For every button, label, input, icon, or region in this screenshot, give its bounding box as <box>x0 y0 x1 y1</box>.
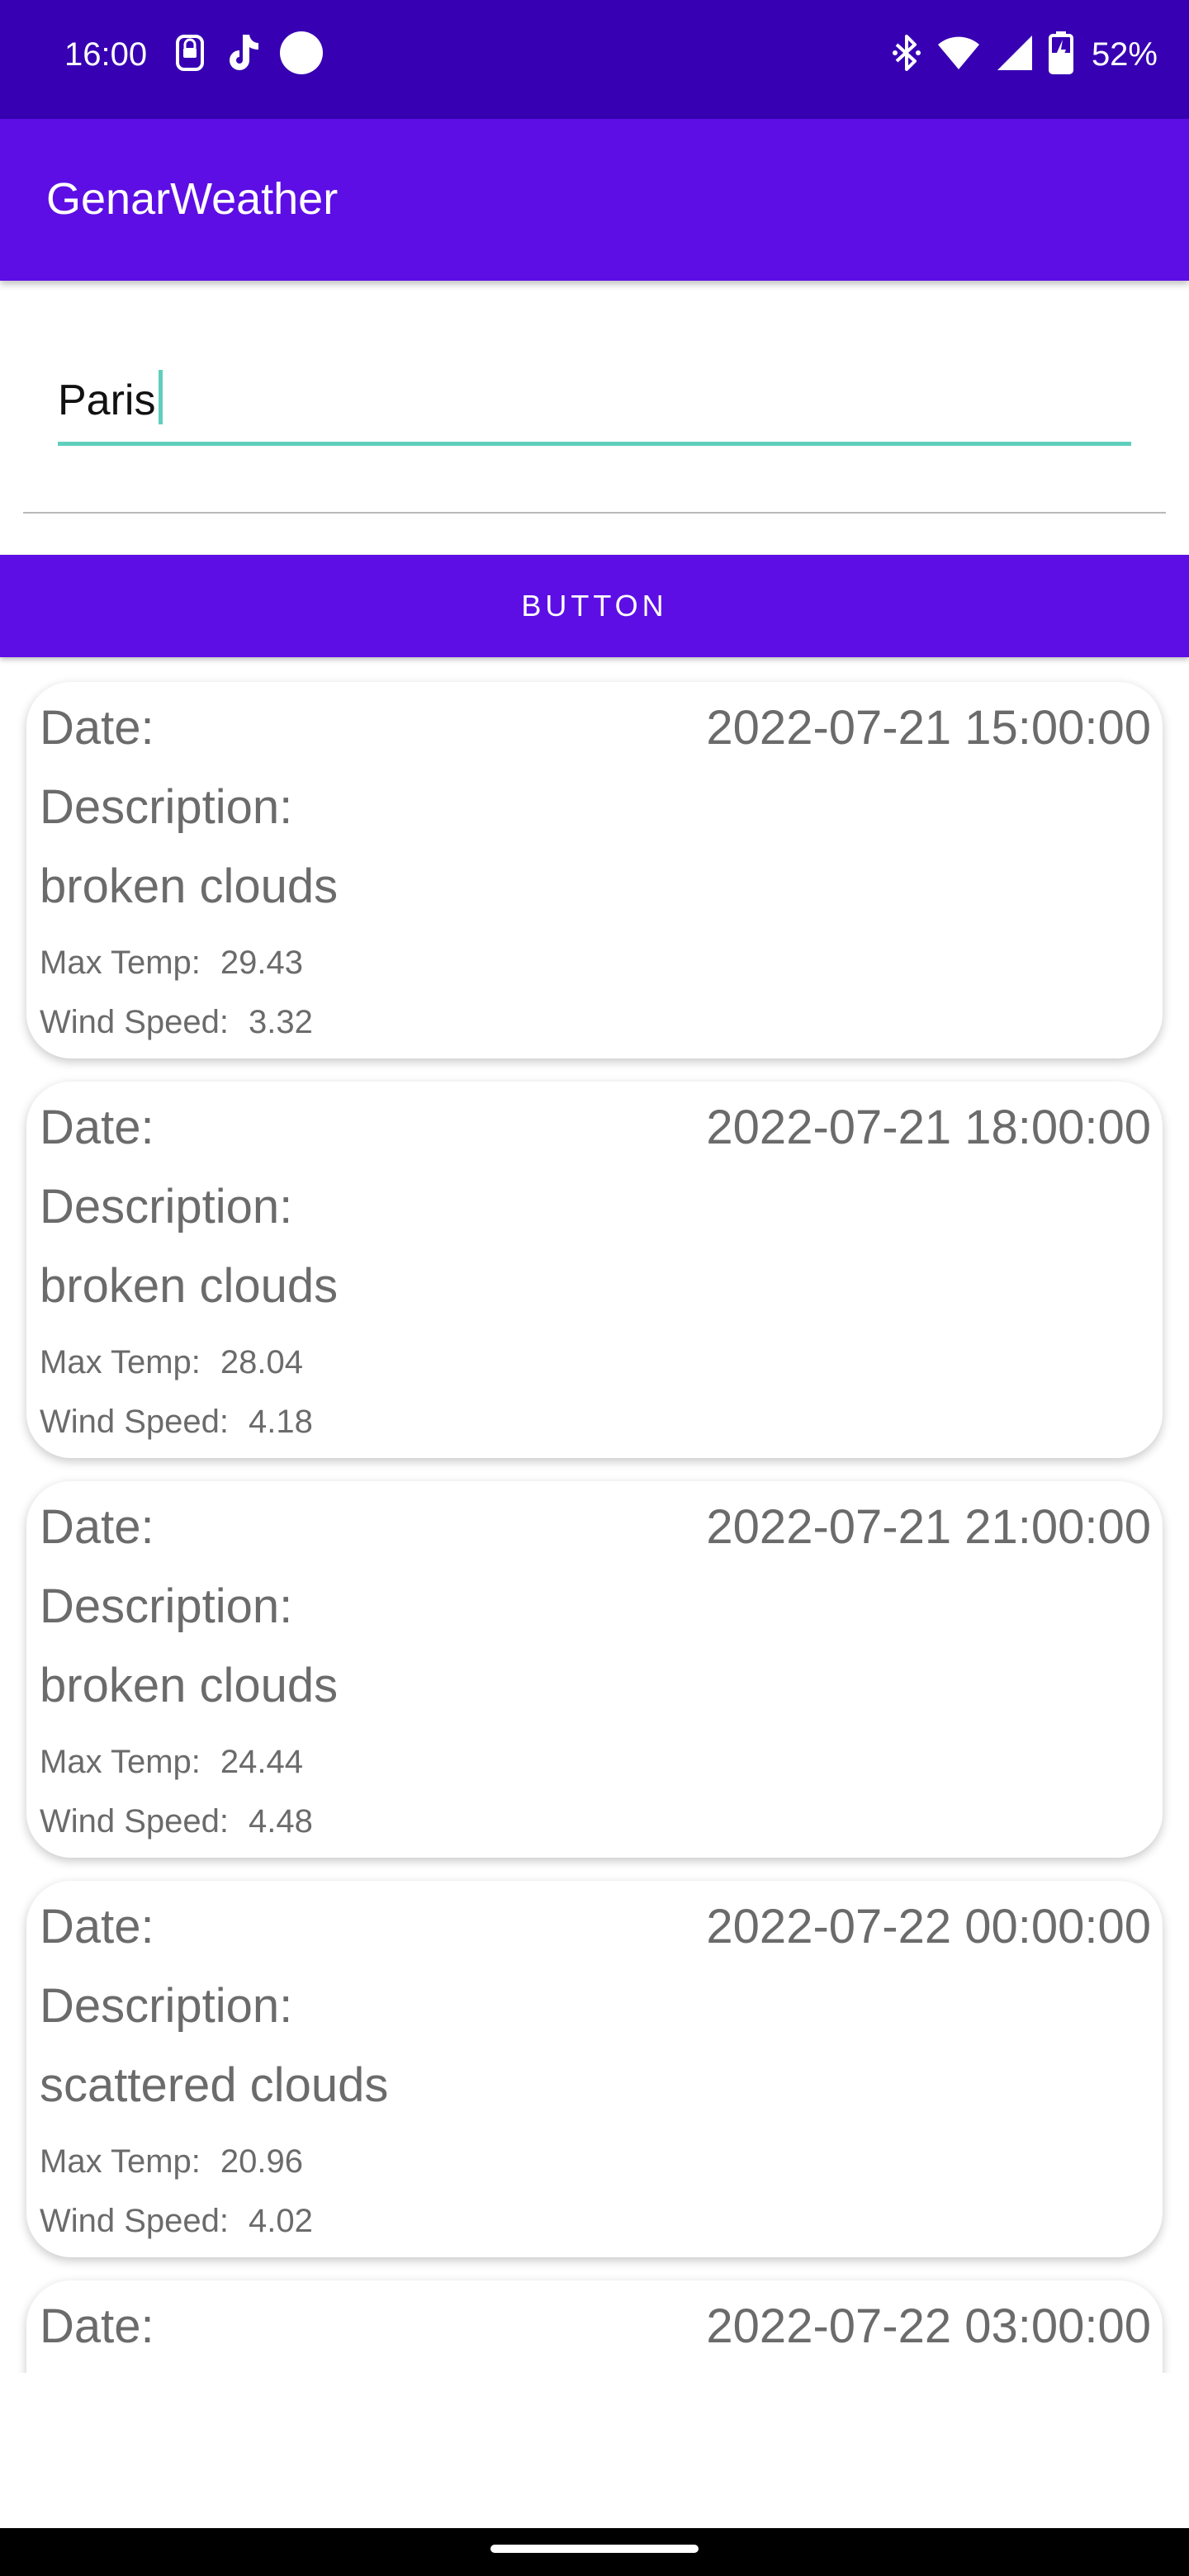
date-label: Date: <box>40 1500 154 1554</box>
app-bar: GenarWeather <box>0 119 1189 281</box>
wind-speed-value: 4.18 <box>249 1404 313 1440</box>
notification-lock-icon <box>173 33 206 77</box>
max-temp-row: Max Temp: 20.96 <box>40 2143 303 2181</box>
date-value: 2022-07-21 15:00:00 <box>706 701 1151 755</box>
max-temp-row: Max Temp: 29.43 <box>40 945 303 982</box>
max-temp-label: Max Temp: <box>40 1344 201 1380</box>
description-value: broken clouds <box>40 1659 339 1712</box>
description-label: Description: <box>40 1579 293 1633</box>
battery-percent: 52% <box>1091 36 1158 73</box>
status-bar: 16:00 52% <box>0 0 1189 119</box>
date-label: Date: <box>40 701 154 755</box>
date-label: Date: <box>40 1900 154 1953</box>
app-title: GenarWeather <box>46 174 339 224</box>
tiktok-icon <box>225 31 261 78</box>
wind-speed-value: 4.02 <box>249 2203 313 2239</box>
description-value: broken clouds <box>40 859 339 913</box>
status-icons-left <box>173 31 324 78</box>
signal-icon <box>996 34 1034 76</box>
battery-charging-icon <box>1048 31 1073 78</box>
wind-speed-row: Wind Speed: 4.18 <box>40 1404 313 1441</box>
forecast-card[interactable]: Date: 2022-07-21 21:00:00 Description: b… <box>26 1481 1163 1858</box>
status-icons-right: 52% <box>892 31 1158 78</box>
date-value: 2022-07-21 21:00:00 <box>706 1500 1151 1554</box>
max-temp-value: 29.43 <box>220 945 303 981</box>
max-temp-label: Max Temp: <box>40 945 201 981</box>
wind-speed-label: Wind Speed: <box>40 1004 230 1040</box>
description-label: Description: <box>40 780 293 834</box>
text-cursor <box>159 370 163 424</box>
wind-speed-label: Wind Speed: <box>40 1404 230 1440</box>
max-temp-value: 24.44 <box>220 1744 303 1780</box>
bluetooth-icon <box>892 33 921 77</box>
wind-speed-row: Wind Speed: 4.02 <box>40 2203 313 2240</box>
main-button[interactable]: BUTTON <box>0 555 1189 657</box>
description-label: Description: <box>40 1180 293 1234</box>
date-label: Date: <box>40 2299 154 2353</box>
wind-speed-label: Wind Speed: <box>40 2203 230 2239</box>
max-temp-row: Max Temp: 28.04 <box>40 1344 303 1381</box>
wind-speed-label: Wind Speed: <box>40 1803 230 1840</box>
max-temp-label: Max Temp: <box>40 2143 201 2180</box>
forecast-list[interactable]: Date: 2022-07-21 15:00:00 Description: b… <box>0 669 1189 2373</box>
wind-speed-value: 3.32 <box>249 1004 313 1040</box>
wifi-icon <box>936 35 981 75</box>
city-field[interactable] <box>58 355 1131 446</box>
date-label: Date: <box>40 1101 154 1154</box>
max-temp-value: 28.04 <box>220 1344 303 1380</box>
forecast-card[interactable]: Date: 2022-07-22 00:00:00 Description: s… <box>26 1881 1163 2257</box>
wind-speed-value: 4.48 <box>249 1803 313 1840</box>
home-gesture-handle[interactable] <box>490 2545 699 2553</box>
date-value: 2022-07-21 18:00:00 <box>706 1101 1151 1154</box>
navigation-bar <box>0 2528 1189 2576</box>
description-value: scattered clouds <box>40 2058 389 2112</box>
forecast-card[interactable]: Date: 2022-07-21 18:00:00 Description: b… <box>26 1082 1163 1458</box>
date-value: 2022-07-22 03:00:00 <box>706 2299 1151 2353</box>
description-value: broken clouds <box>40 1259 339 1313</box>
date-value: 2022-07-22 00:00:00 <box>706 1900 1151 1953</box>
max-temp-value: 20.96 <box>220 2143 303 2180</box>
status-time: 16:00 <box>64 36 148 73</box>
forecast-card[interactable]: Date: 2022-07-21 15:00:00 Description: b… <box>26 682 1163 1058</box>
description-label: Description: <box>40 1979 293 2033</box>
city-input[interactable] <box>58 372 1131 429</box>
max-temp-label: Max Temp: <box>40 1744 201 1780</box>
max-temp-row: Max Temp: 24.44 <box>40 1744 303 1781</box>
wind-speed-row: Wind Speed: 4.48 <box>40 1803 313 1840</box>
forecast-card[interactable]: Date: 2022-07-22 03:00:00 <box>26 2280 1163 2373</box>
divider <box>23 512 1166 514</box>
wind-speed-row: Wind Speed: 3.32 <box>40 1004 313 1041</box>
dot-icon <box>279 31 324 79</box>
